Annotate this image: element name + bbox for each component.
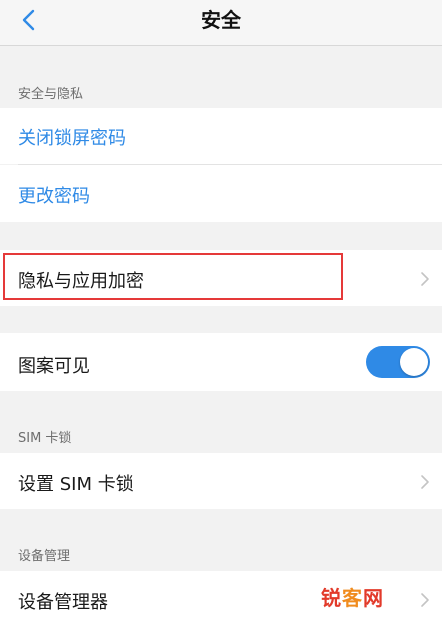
change-password-label: 更改密码 — [18, 186, 90, 207]
watermark-part: 网 — [363, 586, 384, 610]
chevron-right-icon — [421, 475, 429, 489]
device-manager-label: 设备管理器 — [18, 592, 108, 613]
pattern-visible-toggle[interactable] — [366, 346, 430, 378]
watermark-logo: 锐客网 — [321, 582, 384, 611]
watermark-part: 锐 — [321, 586, 342, 610]
set-sim-lock-label: 设置 SIM 卡锁 — [18, 474, 134, 495]
set-sim-lock-item[interactable]: 设置 SIM 卡锁 — [0, 453, 442, 509]
section-header-sim-lock: SIM 卡锁 — [18, 431, 72, 446]
disable-lock-password-item[interactable]: 关闭锁屏密码 — [0, 108, 442, 164]
privacy-app-encryption-label: 隐私与应用加密 — [18, 271, 144, 292]
section-header-security-privacy: 安全与隐私 — [18, 87, 84, 102]
change-password-item[interactable]: 更改密码 — [0, 165, 442, 222]
disable-lock-password-label: 关闭锁屏密码 — [18, 128, 126, 149]
privacy-app-encryption-item[interactable]: 隐私与应用加密 — [0, 250, 442, 306]
watermark-part: 客 — [342, 586, 363, 610]
section-header-device-management: 设备管理 — [18, 549, 71, 564]
navigation-bar: 安全 — [0, 0, 442, 46]
page-title: 安全 — [201, 8, 241, 32]
toggle-knob — [400, 348, 428, 376]
chevron-right-icon — [421, 593, 429, 607]
pattern-visible-label: 图案可见 — [18, 356, 90, 377]
chevron-right-icon — [421, 272, 429, 286]
